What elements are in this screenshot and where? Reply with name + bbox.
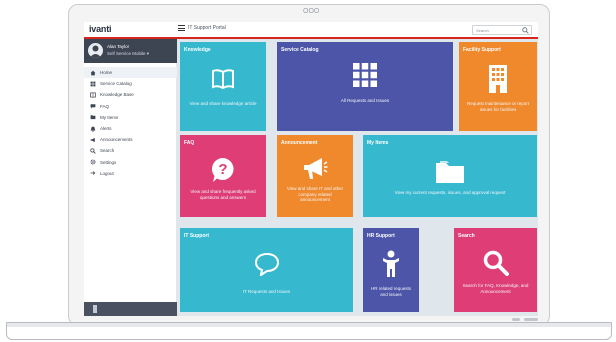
user-name: Alan Taylor [107, 44, 130, 49]
tile-knowledge[interactable]: Knowledge View and share knowledge artic… [180, 42, 266, 131]
tile-description: View and share knowledge article [189, 101, 257, 106]
sidebar-nav: Home Service Catalog Knowledge Base FAQ … [84, 67, 177, 179]
search-icon[interactable] [522, 27, 529, 34]
search-input[interactable]: Search [472, 25, 532, 35]
sidebar-item-label: Announcements [100, 137, 133, 143]
tile-description: All Requests and Issues [340, 98, 390, 103]
tile-hr-support[interactable]: HR Support HR related requests and issue… [363, 228, 419, 312]
tile-title: IT Support [184, 233, 209, 239]
question-bubble-icon: ? [211, 157, 234, 182]
sidebar-item-knowledge-base[interactable]: Knowledge Base [84, 89, 177, 100]
folder-icon [436, 161, 464, 183]
app-header: ivanti IT Support Portal Search [84, 22, 538, 38]
sidebar-item-faq[interactable]: FAQ [84, 101, 177, 112]
tile-title: Service Catalog [281, 47, 319, 53]
laptop-base [6, 322, 612, 340]
logout-icon [90, 171, 96, 176]
catalog-icon [90, 81, 96, 87]
search-placeholder: Search [476, 28, 489, 33]
tile-description: Search for FAQ, Knowledge, and Announcem… [462, 283, 529, 294]
sidebar-item-label: FAQ [100, 103, 110, 109]
logo: ivanti [89, 24, 112, 34]
gear-icon [90, 159, 96, 165]
tile-description: HR related requests and issues [370, 286, 412, 297]
sidebar-item-label: Logout [100, 170, 114, 176]
sidebar-item-announcements[interactable]: Announcements [84, 134, 177, 145]
speech-bubble-icon [254, 252, 279, 276]
book-icon [212, 69, 234, 90]
sidebar-item-label: Search [100, 148, 115, 154]
search-icon [90, 148, 96, 154]
sidebar-item-label: Home [100, 70, 113, 76]
user-role-dropdown[interactable]: Self Service Mobile ▾ [107, 51, 149, 57]
tile-title: FAQ [184, 140, 195, 146]
sidebar-item-label: Service Catalog [100, 81, 132, 87]
tile-service-catalog[interactable]: Service Catalog All Requests and Issues [277, 42, 453, 131]
grid-icon [353, 63, 377, 87]
tile-it-support[interactable]: IT Support IT Requests and Issues [180, 228, 353, 312]
tile-title: Facility Support [463, 47, 501, 53]
person-icon [383, 250, 399, 277]
megaphone-icon [90, 137, 95, 142]
tile-search[interactable]: Search Search for FAQ, Knowledge, and An… [454, 228, 537, 312]
sidebar-item-logout[interactable]: Logout [84, 168, 177, 179]
folder-icon [90, 115, 96, 120]
tile-title: HR Support [367, 233, 395, 239]
page-title: IT Support Portal [188, 25, 226, 31]
megaphone-icon [304, 158, 328, 179]
tile-description: IT Requests and Issues [242, 289, 291, 294]
sidebar-item-home[interactable]: Home [84, 67, 177, 79]
tile-my-items[interactable]: My Items View my current requests, issue… [363, 135, 537, 217]
tile-title: My Items [367, 140, 389, 146]
tile-description: View my current requests, issues, and ap… [394, 190, 506, 195]
sidebar-item-service-catalog[interactable]: Service Catalog [84, 78, 177, 89]
camera: OOO [303, 8, 320, 15]
status-light [524, 318, 538, 321]
screen: ivanti IT Support Portal Search Alan Tay… [84, 22, 538, 316]
building-icon [489, 65, 507, 93]
tile-title: Knowledge [184, 47, 211, 53]
tile-description: View and share frequently asked question… [190, 189, 256, 200]
sidebar: Alan Taylor Self Service Mobile ▾ Home S… [84, 39, 177, 316]
search-icon [483, 250, 509, 276]
sidebar-item-label: My Items [100, 114, 119, 120]
tile-title: Search [458, 233, 475, 239]
sidebar-item-settings[interactable]: Settings [84, 157, 177, 168]
tile-title: Announcement [281, 140, 318, 146]
sidebar-item-label: Settings [100, 159, 117, 165]
tile-faq[interactable]: FAQ ? View and share frequently asked qu… [180, 135, 266, 217]
bell-icon [90, 126, 96, 132]
sidebar-item-search[interactable]: Search [84, 145, 177, 156]
sidebar-item-my-items[interactable]: My Items [84, 112, 177, 123]
tile-description: View and share IT and other company rela… [286, 186, 344, 202]
collapse-icon[interactable] [92, 305, 98, 313]
user-profile[interactable]: Alan Taylor Self Service Mobile ▾ [84, 39, 177, 63]
home-icon [90, 70, 96, 75]
status-light [512, 318, 520, 321]
sidebar-item-alerts[interactable]: Alerts [84, 123, 177, 134]
avatar [88, 43, 103, 58]
svg-text:?: ? [218, 161, 227, 178]
menu-icon[interactable] [178, 25, 185, 31]
chat-icon [90, 104, 96, 109]
tile-announcement[interactable]: Announcement View and share IT and other… [277, 135, 353, 217]
sidebar-item-label: Knowledge Base [100, 92, 134, 98]
sidebar-footer [84, 302, 177, 316]
tile-description: Request maintenance or report issues for… [466, 101, 530, 112]
book-icon [90, 92, 96, 98]
tile-facility-support[interactable]: Facility Support Request maintenance or … [459, 42, 537, 131]
sidebar-item-label: Alerts [100, 126, 112, 132]
